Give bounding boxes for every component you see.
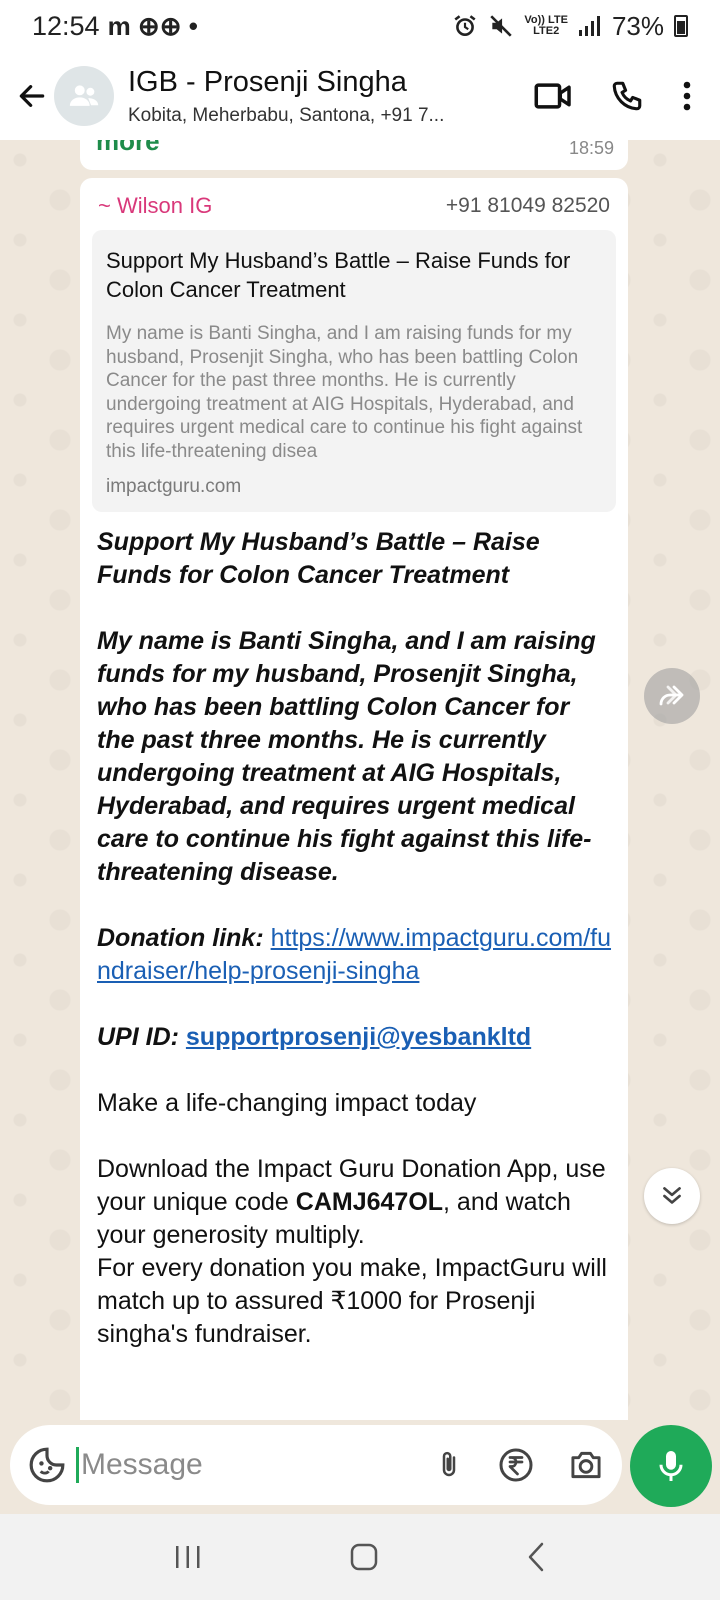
forward-icon (659, 685, 684, 706)
compose-actions (434, 1447, 604, 1483)
voice-message-button[interactable] (630, 1425, 712, 1507)
chat-title: IGB - Prosenji Singha (128, 65, 407, 98)
battery-percent: 73% (611, 10, 664, 41)
link-preview-domain: impactguru.com (106, 476, 242, 497)
back-button[interactable] (6, 70, 58, 122)
match-line: For every donation you make, ImpactGuru … (97, 1254, 607, 1348)
link-preview-card[interactable]: Support My Husband’s Battle – Raise Fund… (92, 230, 616, 512)
paperclip-icon[interactable] (434, 1447, 464, 1483)
impact-line: Make a life-changing impact today (97, 1089, 477, 1117)
notification-icons: m ⊕⊕ • (107, 10, 198, 41)
referral-code: CAMJ647OL (295, 1188, 444, 1216)
message-time: 18:59 (568, 140, 614, 158)
donation-label: Donation link: (97, 924, 264, 952)
sender-name[interactable]: ~ Wilson IG (98, 193, 212, 219)
link-preview-description: My name is Banti Singha, and I am raisin… (106, 323, 583, 462)
link-preview-title: Support My Husband’s Battle – Raise Fund… (106, 248, 571, 302)
chat-title-area[interactable]: IGB - Prosenji Singha Kobita, Meherbabu,… (128, 66, 478, 127)
home-icon[interactable] (349, 1542, 379, 1572)
chat-header: IGB - Prosenji Singha Kobita, Meherbabu,… (0, 52, 720, 140)
group-avatar-icon (69, 85, 99, 106)
message-story: My name is Banti Singha, and I am raisin… (97, 627, 596, 886)
previous-message-bubble[interactable]: more 18:59 (80, 140, 628, 170)
status-bar: 12:54 m ⊕⊕ • Vo)) LTE LTE2 73% (0, 0, 720, 52)
mute-icon (490, 15, 513, 37)
scroll-to-bottom-button[interactable] (644, 1168, 700, 1224)
camera-icon[interactable] (568, 1449, 604, 1481)
compose-bar (10, 1425, 622, 1505)
status-time: 12:54 (32, 10, 100, 41)
signal-icon (578, 16, 600, 36)
message-input[interactable] (76, 1447, 356, 1483)
back-nav-icon[interactable] (525, 1541, 547, 1573)
more-vert-icon[interactable] (682, 80, 692, 112)
message-body: Support My Husband’s Battle – Raise Fund… (92, 512, 616, 1351)
chat-messages[interactable]: more 18:59 ~ Wilson IG +91 81049 82520 S… (0, 140, 720, 1420)
chat-participants: Kobita, Meherbabu, Santona, +91 7... (128, 104, 445, 126)
system-nav-bar (0, 1514, 720, 1600)
arrow-left-icon (19, 85, 45, 107)
battery-icon (674, 15, 688, 37)
sender-phone: +91 81049 82520 (445, 194, 610, 217)
donation-line: Donation link: https://www.impactguru.co… (97, 922, 611, 988)
message-heading: Support My Husband’s Battle – Raise Fund… (97, 528, 540, 589)
mic-icon (659, 1451, 683, 1481)
download-line: Download the Impact Guru Donation App, u… (97, 1155, 606, 1249)
network-type: Vo)) LTE LTE2 (524, 14, 568, 37)
recent-apps-icon[interactable] (173, 1544, 203, 1570)
status-right: Vo)) LTE LTE2 73% (452, 11, 688, 42)
upi-label: UPI ID: (97, 1023, 179, 1051)
rupee-icon[interactable] (498, 1447, 534, 1483)
phone-call-icon[interactable] (610, 79, 644, 113)
sender-row: ~ Wilson IG +91 81049 82520 (92, 186, 616, 226)
upi-line: UPI ID: supportprosenji@yesbankltd (97, 1021, 611, 1054)
forward-button[interactable] (644, 668, 700, 724)
sticker-icon[interactable] (28, 1446, 66, 1484)
message-bubble[interactable]: ~ Wilson IG +91 81049 82520 Support My H… (80, 178, 628, 1420)
video-call-icon[interactable] (534, 80, 572, 112)
header-actions (534, 79, 692, 113)
alarm-icon (454, 15, 476, 36)
group-avatar[interactable] (54, 66, 114, 126)
double-chevron-down-icon (663, 1187, 681, 1204)
upi-id-link[interactable]: supportprosenji@yesbankltd (186, 1023, 531, 1051)
read-more-link[interactable]: more (96, 140, 160, 157)
